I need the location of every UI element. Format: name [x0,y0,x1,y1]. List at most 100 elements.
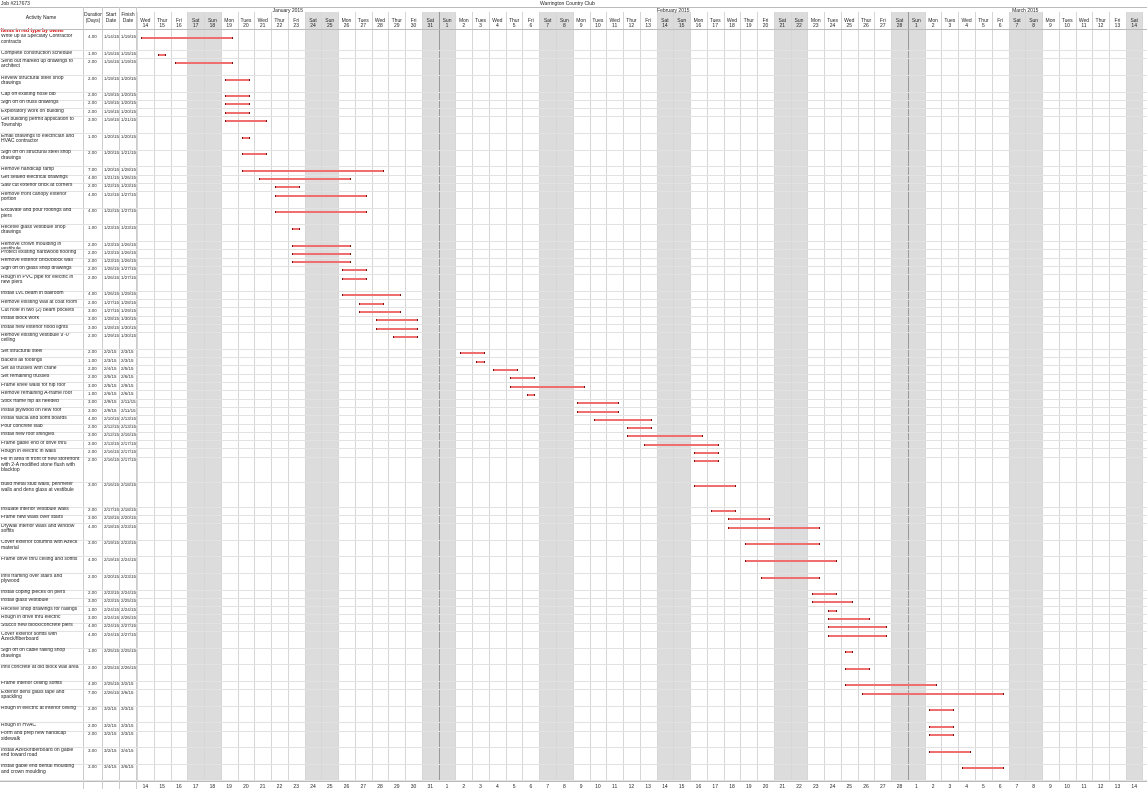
task-row[interactable]: Install coping pieces on piers 2.00 2/23/1… [0,590,1147,599]
task-duration-bar[interactable] [627,435,703,438]
task-duration-bar[interactable] [811,601,854,604]
task-row[interactable]: Remove exterior brick/block wall 2.00 1/23… [0,258,1147,267]
task-duration-bar[interactable] [224,95,251,98]
task-duration-bar[interactable] [342,277,368,280]
task-duration-bar[interactable] [928,709,955,712]
task-duration-bar[interactable] [694,485,737,488]
task-duration-bar[interactable] [224,103,251,106]
task-row[interactable]: Set all trusses with crane 2.00 2/4/15 2/5/… [0,366,1147,375]
task-row[interactable]: Sign off on structural steel shop drawin… [0,150,1147,168]
task-duration-bar[interactable] [711,510,737,513]
task-row[interactable]: Cap off existing hose bib 2.00 1/19/15 1/20… [0,92,1147,101]
task-duration-bar[interactable] [241,136,251,139]
task-duration-bar[interactable] [761,576,820,579]
task-row[interactable]: Install new exterior flood lights 3.00 1/2… [0,325,1147,334]
task-duration-bar[interactable] [828,618,871,620]
task-row[interactable]: Remove handicap ramp 7.00 1/20/15 1/28/15 [0,167,1147,176]
task-row[interactable]: Review structural steel shop drawings 2.0… [0,76,1147,93]
task-row[interactable]: Complete construction schedule 1.00 1/15/1… [0,51,1147,60]
task-duration-bar[interactable] [727,526,820,529]
task-row[interactable]: Install fascia and soffit boards 4.00 2/10… [0,416,1147,425]
task-row[interactable]: Get building permit application to Towns… [0,117,1147,135]
task-duration-bar[interactable] [744,543,820,546]
task-row[interactable]: Excavate and pour footings and piers 4.00… [0,208,1147,226]
task-duration-bar[interactable] [928,750,971,753]
task-row[interactable]: Set remaining trusses 2.00 2/5/15 2/6/15 [0,374,1147,384]
task-duration-bar[interactable] [459,352,485,355]
task-duration-bar[interactable] [174,61,234,64]
task-row[interactable]: Frame drive thru ceiling and soffits 4.00… [0,557,1147,574]
task-row[interactable]: Build metal stud walls, perimeter walls … [0,482,1147,508]
task-duration-bar[interactable] [627,427,653,430]
task-row[interactable]: Protect existing hardwood flooring 2.00 1/… [0,250,1147,259]
task-duration-bar[interactable] [744,559,837,562]
task-row[interactable]: Rough in PVC pipe for electric in new pi… [0,275,1147,292]
task-duration-bar[interactable] [828,634,887,637]
task-duration-bar[interactable] [928,734,955,737]
task-row[interactable]: Stucco new block/concrete piers 4.00 2/24/… [0,623,1147,633]
task-duration-bar[interactable] [375,327,418,330]
task-duration-bar[interactable] [694,460,720,463]
task-row[interactable]: Get sealed electrical drawings 4.00 1/21/1… [0,175,1147,184]
task-duration-bar[interactable] [359,302,385,305]
task-row[interactable]: Sign off on glass shop drawings 2.00 1/26/… [0,266,1147,276]
task-row[interactable]: Infill concrete at old block wall area 2.… [0,665,1147,682]
task-row[interactable]: Rough in electric in walls 2.00 2/16/15 2/1… [0,449,1147,458]
task-row[interactable]: Exploratory work on building 2.00 1/19/15 1… [0,109,1147,118]
task-duration-bar[interactable] [476,360,485,363]
task-duration-bar[interactable] [224,120,267,122]
task-row[interactable]: Install Azeck/fiberboard on gable end to… [0,748,1147,765]
task-duration-bar[interactable] [845,667,871,670]
task-row[interactable]: Infill framing over stairs and plywood 2.… [0,574,1147,591]
task-row[interactable]: Frame interior ceiling soffits 4.00 2/25/1… [0,681,1147,691]
task-row[interactable]: Form and prep new handicap sidewalk 2.00 3… [0,731,1147,749]
task-duration-bar[interactable] [224,111,251,114]
task-duration-bar[interactable] [157,53,167,56]
task-duration-bar[interactable] [241,153,267,156]
task-row[interactable]: Rough in drive thru electric 3.00 2/24/15 2… [0,615,1147,624]
task-row[interactable]: Install new roof shingles 3.00 2/12/15 2/16… [0,432,1147,442]
task-duration-bar[interactable] [576,402,619,405]
task-row[interactable]: Install block work 3.00 1/28/15 1/30/15 [0,316,1147,325]
task-duration-bar[interactable] [342,294,401,297]
task-duration-bar[interactable] [375,319,418,322]
task-duration-bar[interactable] [224,78,251,81]
task-duration-bar[interactable] [828,626,887,629]
task-row[interactable]: Drywall interior walls and window soffit… [0,524,1147,541]
task-row[interactable]: Remove front canopy exterior portion 4.00… [0,192,1147,209]
task-duration-bar[interactable] [526,393,536,396]
task-row[interactable]: Saw cut exterior brick at corners 2.00 1/2… [0,183,1147,193]
task-row[interactable]: Pour concrete slab 2.00 2/12/15 2/13/15 [0,424,1147,433]
task-duration-bar[interactable] [493,369,519,371]
task-duration-bar[interactable] [275,186,301,189]
task-row[interactable]: Insulate interior vestibule walls 2.00 2/1… [0,507,1147,516]
task-duration-bar[interactable] [292,252,351,255]
task-row[interactable]: Receive glass vestibule shop drawings 1.0… [0,225,1147,242]
task-duration-bar[interactable] [292,261,351,264]
task-row[interactable]: Remove existing wall at coat room 2.00 1/2… [0,300,1147,309]
task-duration-bar[interactable] [509,385,586,388]
task-duration-bar[interactable] [359,310,401,313]
task-duration-bar[interactable] [509,377,536,380]
task-duration-bar[interactable] [275,211,368,214]
task-row[interactable]: Install glass vestibule 3.00 2/23/15 2/25/1… [0,598,1147,608]
task-duration-bar[interactable] [694,452,720,454]
task-row[interactable]: Backfill all footings 1.00 2/3/15 2/3/15 [0,358,1147,367]
task-row[interactable]: Fill in area in front of new storefront … [0,457,1147,483]
task-duration-bar[interactable] [643,443,720,446]
task-row[interactable]: Frame knee walls for hip roof 3.00 2/5/15 2… [0,383,1147,392]
task-row[interactable]: Install plywood on new roof 3.00 2/9/15 2/1… [0,408,1147,417]
task-row[interactable]: Remove crown moulding in vestibule 2.00 1/… [0,242,1147,252]
task-row[interactable]: Remove remaining A-frame roof 1.00 2/6/15 2… [0,391,1147,400]
task-duration-bar[interactable] [292,244,351,247]
task-duration-bar[interactable] [811,593,837,596]
task-row[interactable]: Receive shop drawings for railings 1.00 2/… [0,607,1147,616]
task-row[interactable]: Send out marked up drawings to architect… [0,59,1147,76]
task-row[interactable]: Remove existing vestibule 9'-0" ceiling 2… [0,333,1147,350]
task-row[interactable]: Write up all Specialty Contractor contra… [0,34,1147,52]
task-duration-bar[interactable] [576,410,619,413]
task-duration-bar[interactable] [141,37,234,39]
task-duration-bar[interactable] [828,609,837,612]
task-duration-bar[interactable] [861,692,1005,695]
task-duration-bar[interactable] [727,518,770,521]
